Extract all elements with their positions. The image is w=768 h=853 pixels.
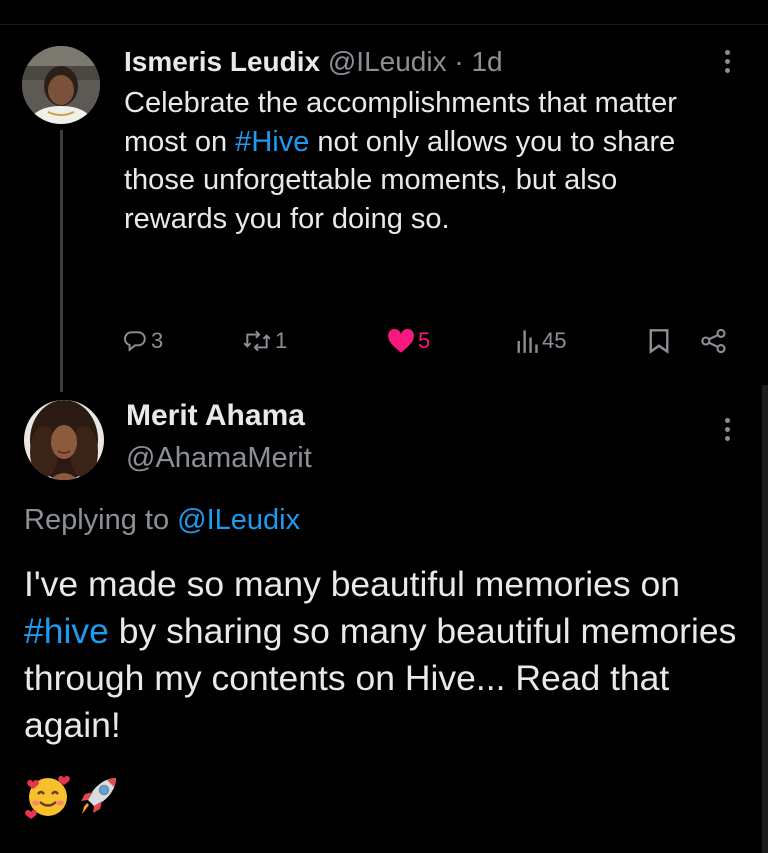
retweet-button[interactable]: 1: [242, 328, 287, 354]
views-button[interactable]: 45: [515, 328, 566, 354]
share-button[interactable]: [700, 328, 728, 354]
more-icon[interactable]: [722, 50, 732, 77]
mention-link[interactable]: @ILeudix: [177, 504, 300, 536]
share-icon: [701, 328, 726, 354]
tweet-text: Celebrate the accomplishments that matte…: [124, 84, 724, 238]
replying-prefix: Replying to: [24, 504, 178, 536]
more-icon[interactable]: [722, 418, 732, 445]
like-count: 5: [418, 328, 431, 353]
replying-to: Replying to @ILeudix: [24, 502, 300, 538]
smiling-face-with-hearts-icon: [25, 776, 70, 819]
like-button[interactable]: 5: [387, 328, 430, 354]
bookmark-button[interactable]: [648, 328, 670, 354]
tweet-header: Ismeris Leudix @ILeudix · 1d: [124, 44, 503, 80]
emoji-row: [24, 772, 122, 820]
views-icon: [517, 330, 538, 353]
reply-button[interactable]: 3: [122, 328, 163, 354]
timestamp[interactable]: 1d: [471, 46, 502, 77]
author-handle[interactable]: @AhamaMerit: [126, 440, 312, 476]
retweet-icon: [243, 330, 271, 352]
rocket-icon: [80, 778, 116, 814]
hashtag-link[interactable]: #hive: [24, 611, 109, 651]
tweet-actions: 3 1 5 45: [0, 322, 768, 362]
reply-text: I've made so many beautiful memories on …: [24, 561, 754, 749]
bookmark-icon: [649, 329, 669, 354]
heart-icon: [388, 328, 414, 353]
reply-count: 3: [151, 328, 164, 353]
avatar-image: [22, 46, 100, 124]
avatar-merit[interactable]: [24, 400, 104, 480]
hashtag-link[interactable]: #Hive: [235, 126, 309, 158]
author-name[interactable]: Ismeris Leudix: [124, 46, 320, 77]
views-count: 45: [542, 328, 567, 353]
avatar-ismeris[interactable]: [22, 46, 100, 124]
reply-text-part2: by sharing so many beautiful memories th…: [24, 611, 737, 745]
retweet-count: 1: [275, 328, 288, 353]
avatar-image: [24, 400, 104, 480]
top-divider: [0, 24, 768, 25]
author-handle[interactable]: @ILeudix: [328, 46, 447, 77]
author-name[interactable]: Merit Ahama: [126, 398, 305, 434]
meta-separator: ·: [454, 46, 464, 77]
scrollbar-track[interactable]: [762, 385, 768, 853]
reply-icon: [124, 331, 146, 352]
reply-text-part1: I've made so many beautiful memories on: [24, 564, 680, 604]
